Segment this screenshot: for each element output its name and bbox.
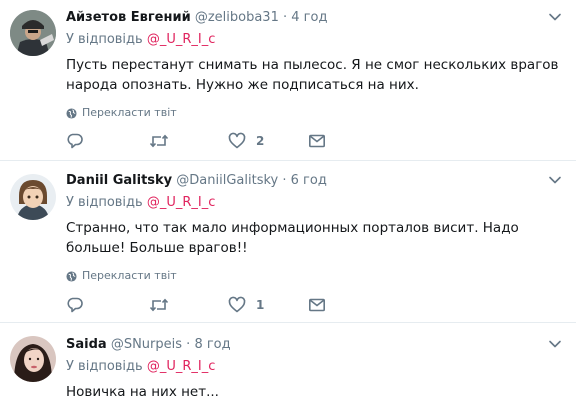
translate-link[interactable]: Перекласти твіт bbox=[66, 105, 562, 121]
tweet-actions: 2 bbox=[66, 131, 366, 151]
tweet-text: Пусть перестанут снимать на пылесос. Я н… bbox=[66, 57, 559, 93]
like-count: 1 bbox=[256, 298, 265, 312]
tweet-header: Saida @SNurpeis · 8 год bbox=[66, 335, 562, 354]
like-count: 2 bbox=[256, 134, 265, 148]
like-button[interactable]: 2 bbox=[228, 131, 264, 151]
tweet-text: Странно, что так мало информационных пор… bbox=[66, 220, 519, 256]
translate-label[interactable]: Перекласти твіт bbox=[82, 268, 177, 284]
timestamp[interactable]: 8 год bbox=[194, 337, 230, 352]
heart-icon bbox=[228, 132, 246, 149]
globe-icon bbox=[66, 270, 77, 282]
timestamp[interactable]: 4 год bbox=[291, 10, 327, 25]
tweet-content: Saida @SNurpeis · 8 год У відповідь @_U_… bbox=[66, 335, 562, 402]
reply-context: У відповідь @_U_R_I_c bbox=[66, 194, 562, 212]
avatar[interactable] bbox=[10, 10, 56, 56]
username[interactable]: @SNurpeis bbox=[111, 337, 182, 352]
tweet: Daniil Galitsky @DaniilGalitsky · 6 год … bbox=[0, 161, 576, 323]
separator: · bbox=[282, 10, 288, 25]
like-button[interactable]: 1 bbox=[228, 295, 264, 315]
reply-mention[interactable]: @_U_R_I_c bbox=[147, 359, 216, 374]
reply-icon bbox=[67, 297, 83, 313]
tweet-header: Айзетов Евгений @zeliboba31 · 4 год bbox=[66, 8, 562, 27]
display-name[interactable]: Daniil Galitsky bbox=[66, 173, 172, 188]
heart-icon bbox=[228, 296, 246, 313]
tweet-text: Новичка на них нет... bbox=[66, 384, 219, 400]
reply-prefix: У відповідь bbox=[66, 359, 143, 374]
message-button[interactable] bbox=[308, 131, 326, 151]
tweet-content: Айзетов Евгений @zeliboba31 · 4 год У ві… bbox=[66, 8, 562, 121]
tweet: Saida @SNurpeis · 8 год У відповідь @_U_… bbox=[0, 323, 576, 407]
timestamp[interactable]: 6 год bbox=[291, 173, 327, 188]
tweet-header: Daniil Galitsky @DaniilGalitsky · 6 год bbox=[66, 171, 562, 190]
avatar[interactable] bbox=[10, 174, 56, 220]
reply-context: У відповідь @_U_R_I_c bbox=[66, 31, 562, 49]
tweet-content: Daniil Galitsky @DaniilGalitsky · 6 год … bbox=[66, 171, 562, 284]
reply-mention[interactable]: @_U_R_I_c bbox=[147, 195, 216, 210]
username[interactable]: @DaniilGalitsky bbox=[176, 173, 278, 188]
reply-prefix: У відповідь bbox=[66, 195, 143, 210]
reply-mention[interactable]: @_U_R_I_c bbox=[147, 32, 216, 47]
reply-button[interactable] bbox=[66, 131, 84, 151]
display-name[interactable]: Saida bbox=[66, 337, 107, 352]
retweet-button[interactable] bbox=[149, 295, 169, 315]
chevron-down-icon[interactable] bbox=[548, 173, 562, 187]
translate-link[interactable]: Перекласти твіт bbox=[66, 268, 562, 284]
message-button[interactable] bbox=[308, 295, 326, 315]
tweet: Айзетов Евгений @zeliboba31 · 4 год У ві… bbox=[0, 0, 576, 161]
separator: · bbox=[282, 173, 287, 188]
chevron-down-icon[interactable] bbox=[548, 10, 562, 24]
envelope-icon bbox=[308, 298, 325, 312]
retweet-icon bbox=[149, 298, 169, 312]
reply-icon bbox=[67, 133, 83, 149]
avatar[interactable] bbox=[10, 336, 56, 382]
reply-prefix: У відповідь bbox=[66, 32, 143, 47]
display-name[interactable]: Айзетов Евгений bbox=[66, 10, 191, 25]
translate-label[interactable]: Перекласти твіт bbox=[82, 105, 177, 121]
chevron-down-icon[interactable] bbox=[548, 337, 562, 351]
separator: · bbox=[186, 337, 191, 352]
tweet-actions: 1 bbox=[66, 295, 366, 315]
reply-context: У відповідь @_U_R_I_c bbox=[66, 358, 562, 376]
retweet-icon bbox=[149, 134, 169, 148]
globe-icon bbox=[66, 107, 77, 119]
reply-button[interactable] bbox=[66, 295, 84, 315]
envelope-icon bbox=[308, 134, 325, 148]
username[interactable]: @zeliboba31 bbox=[195, 10, 279, 25]
retweet-button[interactable] bbox=[149, 131, 169, 151]
